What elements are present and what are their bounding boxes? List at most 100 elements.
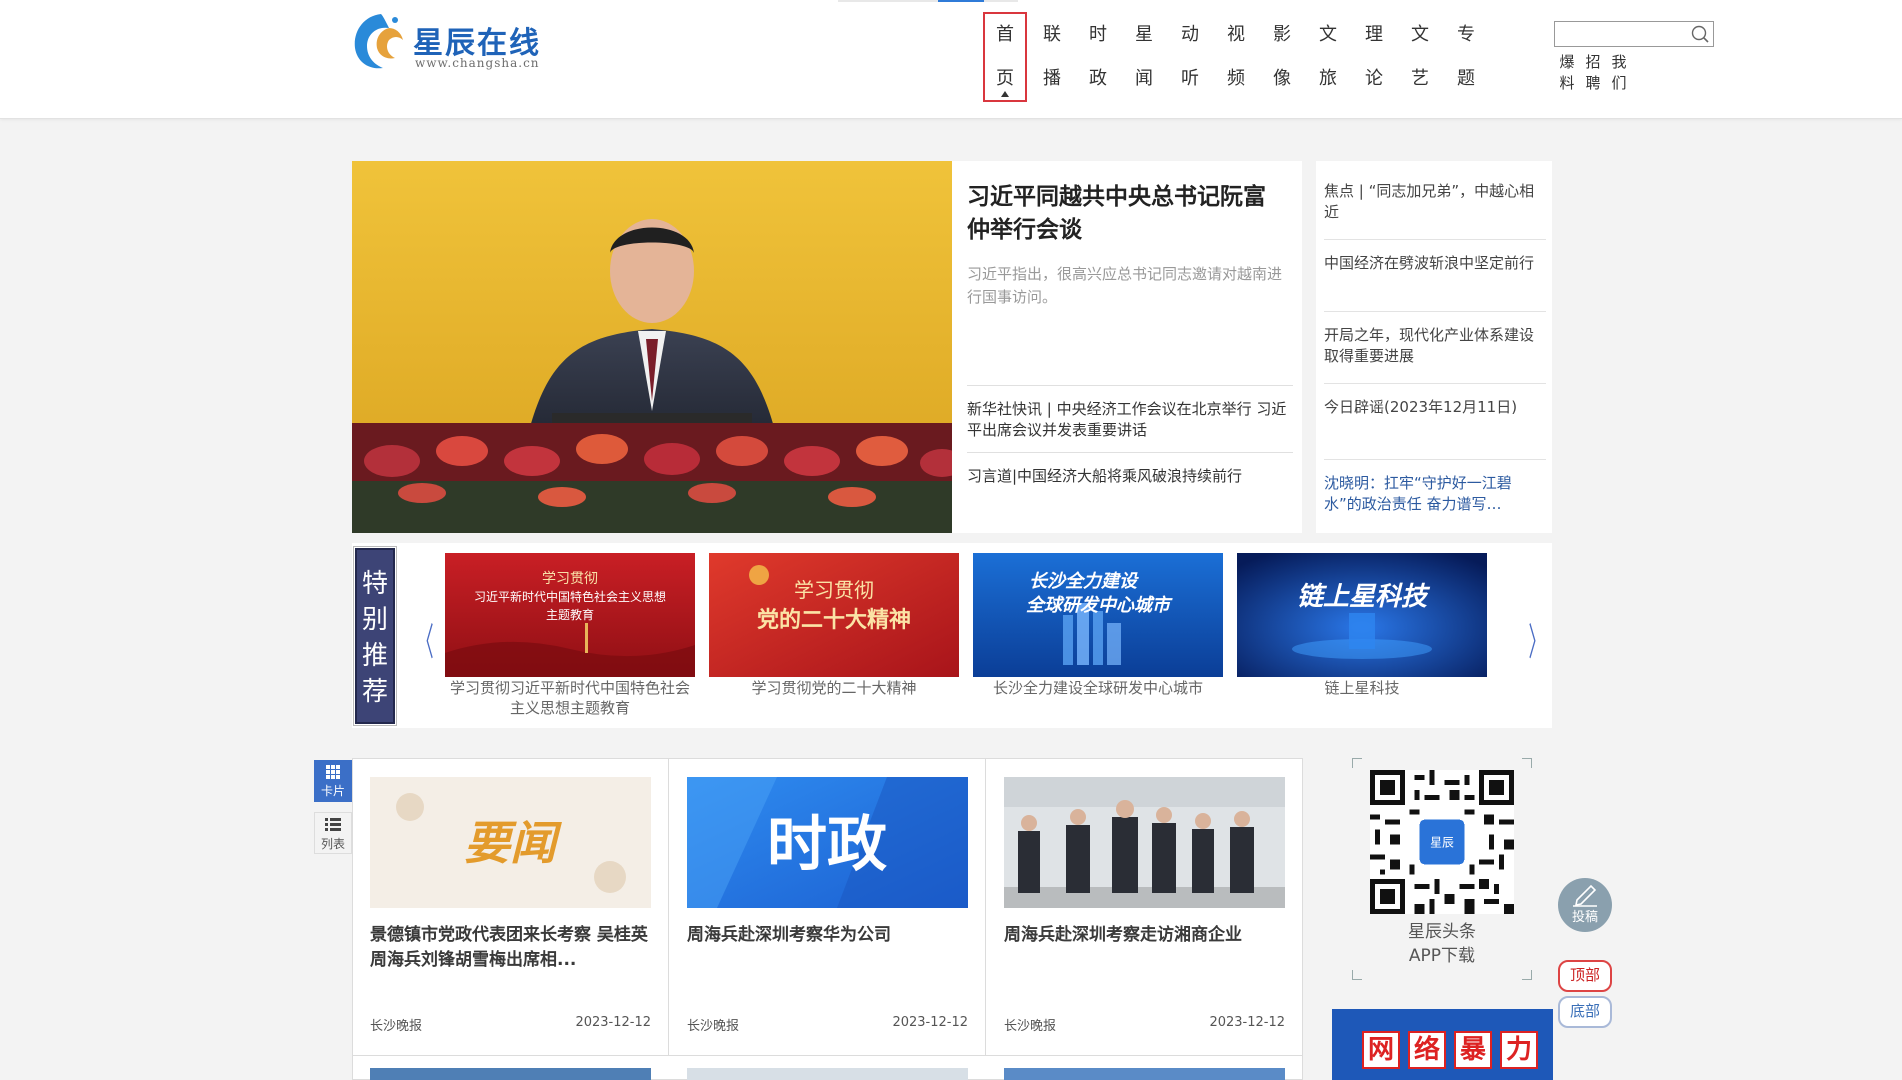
grid-icon: [314, 760, 352, 782]
special-thumb-line2: 党的二十大精神: [757, 607, 911, 633]
nav-item-images[interactable]: 影 像: [1259, 12, 1305, 102]
view-switch: 卡片 列表: [314, 760, 352, 854]
side-news-5[interactable]: 沈晓明：扛牢“守护好一江碧水”的政治责任 奋力谱写…: [1324, 473, 1544, 515]
special-caption: 长沙全力建设全球研发中心城市: [992, 679, 1203, 697]
nav-item-theory[interactable]: 理 论: [1351, 12, 1397, 102]
hero-description: 习近平指出，很高兴应总书记同志邀请对越南进行国事访问。: [967, 265, 1283, 306]
side-news-1[interactable]: 焦点 | “同志加兄弟”，中越心相近: [1324, 181, 1544, 223]
go-to-bottom-button[interactable]: 底部: [1558, 996, 1612, 1028]
app-download-label: 星辰头条 APP下载: [1408, 922, 1476, 966]
pen-icon: [1573, 884, 1597, 907]
card-thumb-preview: [687, 1068, 968, 1080]
nav-item-home[interactable]: 首 页: [983, 12, 1027, 102]
divider: [967, 385, 1293, 386]
quick-link-tip-off[interactable]: 爆 料: [1556, 52, 1578, 94]
app-download[interactable]: 星辰 星辰头条 APP下载: [1352, 758, 1532, 980]
carousel-next-button[interactable]: 〉: [1528, 611, 1545, 666]
special-thumb: 学习贯彻 习近平新时代中国特色社会主义思想 主题教育: [445, 553, 695, 677]
qr-corner: [1352, 758, 1362, 768]
special-thumb-line2: 全球研发中心城市: [1026, 595, 1173, 616]
special-thumb: 长沙全力建设 全球研发中心城市: [973, 553, 1223, 677]
card-source: 长沙晚报: [1004, 1019, 1057, 1034]
hero-main-news: 习近平同越共中央总书记阮富仲举行会谈 习近平指出，很高兴应总书记同志邀请对越南进…: [952, 161, 1302, 533]
special-thumb: 学习贯彻 党的二十大精神: [709, 553, 959, 677]
special-item-rd-center[interactable]: 长沙全力建设 全球研发中心城市 长沙全力建设全球研发中心城市: [973, 553, 1223, 698]
back-to-top-button[interactable]: 顶部: [1558, 960, 1612, 992]
side-news-4[interactable]: 今日辟谣(2023年12月11日): [1324, 397, 1544, 418]
special-caption: 学习贯彻习近平新时代中国特色社会主义思想主题教育: [449, 679, 690, 717]
special-thumb-line1: 链上星科技: [1297, 582, 1431, 612]
special-thumb: 链上星科技: [1237, 553, 1487, 677]
svg-text:星辰: 星辰: [1430, 835, 1454, 849]
flower-arrangement: [352, 423, 952, 533]
nav-item-arts[interactable]: 文 艺: [1397, 12, 1443, 102]
special-thumb-line1: 学习贯彻: [794, 578, 874, 602]
nav-item-star-news[interactable]: 星 闻: [1121, 12, 1167, 102]
next-row-preview: [353, 1055, 1302, 1080]
news-card[interactable]: 时政 周海兵赴深圳考察华为公司 长沙晚报 2023-12-12: [670, 759, 986, 1055]
nav-item-topics[interactable]: 专 题: [1443, 12, 1489, 102]
carousel-prev-button[interactable]: 〈: [416, 611, 433, 666]
card-thumb: [1004, 777, 1285, 908]
card-date: 2023-12-12: [892, 1015, 968, 1030]
quick-link-about-us[interactable]: 我 们: [1608, 52, 1630, 94]
special-caption: 学习贯彻党的二十大精神: [751, 679, 917, 697]
submit-article-button[interactable]: 投稿: [1558, 878, 1612, 932]
site-logo[interactable]: 星辰在线 www.changsha.cn: [351, 8, 571, 74]
divider: [967, 452, 1293, 453]
card-source: 长沙晚报: [370, 1019, 423, 1034]
special-caption: 链上星科技: [1324, 679, 1400, 697]
hero-section: 习近平同越共中央总书记阮富仲举行会谈 习近平指出，很高兴应总书记同志邀请对越南进…: [352, 161, 1552, 533]
hero-link-1[interactable]: 新华社快讯 | 中央经济工作会议在北京举行 习近平出席会议并发表重要讲话: [967, 399, 1293, 441]
logo-url: www.changsha.cn: [415, 56, 540, 70]
qr-corner: [1522, 758, 1532, 768]
special-thumb-line1: 长沙全力建设: [1029, 571, 1139, 592]
card-date: 2023-12-12: [575, 1015, 651, 1030]
side-news-3[interactable]: 开局之年，现代化产业体系建设取得重要进展: [1324, 325, 1544, 367]
special-thumb-line2: 习近平新时代中国特色社会主义思想: [474, 589, 666, 604]
card-view-button[interactable]: 卡片: [314, 760, 352, 802]
main-nav: 首 页 联 播 时 政 星 闻 动 听 视 频 影 像 文 旅 理 论 文 艺 …: [983, 12, 1489, 102]
divider: [1324, 459, 1546, 460]
quick-link-recruit[interactable]: 招 聘: [1582, 52, 1604, 94]
card-title: 周海兵赴深圳考察华为公司: [687, 925, 891, 945]
nav-item-audio[interactable]: 动 听: [1167, 12, 1213, 102]
special-thumb-line1: 学习贯彻: [542, 571, 598, 587]
divider: [1324, 311, 1546, 312]
search-input[interactable]: [1559, 24, 1689, 44]
hero-image[interactable]: [352, 161, 952, 533]
divider: [1324, 383, 1546, 384]
divider: [1324, 239, 1546, 240]
special-item-theme-education[interactable]: 学习贯彻 习近平新时代中国特色社会主义思想 主题教育 学习贯彻习近平新时代中国特…: [445, 553, 695, 718]
site-header: 星辰在线 www.changsha.cn 首 页 联 播 时 政 星 闻 动 听…: [0, 0, 1902, 119]
card-thumb: 要闻: [370, 777, 651, 908]
news-card[interactable]: 周海兵赴深圳考察走访湘商企业 长沙晚报 2023-12-12: [987, 759, 1303, 1055]
card-date: 2023-12-12: [1209, 1015, 1285, 1030]
hero-link-2[interactable]: 习言道|中国经济大船将乘风破浪持续前行: [967, 466, 1293, 487]
special-item-chain-tech[interactable]: 链上星科技 链上星科技: [1237, 553, 1487, 698]
nav-item-politics[interactable]: 时 政: [1075, 12, 1121, 102]
nav-item-broadcast[interactable]: 联 播: [1029, 12, 1075, 102]
nav-item-video[interactable]: 视 频: [1213, 12, 1259, 102]
hero-headline[interactable]: 习近平同越共中央总书记阮富仲举行会谈: [967, 181, 1287, 247]
card-thumb-text: 要闻: [464, 816, 562, 870]
nav-item-culture-travel[interactable]: 文 旅: [1305, 12, 1351, 102]
card-thumb-preview: [1004, 1068, 1285, 1080]
hero-side-list: 焦点 | “同志加兄弟”，中越心相近 中国经济在劈波斩浪中坚定前行 开局之年，现…: [1316, 161, 1552, 533]
qr-corner: [1352, 970, 1362, 980]
card-thumb-text: 时政: [767, 810, 887, 880]
special-item-20th-congress[interactable]: 学习贯彻 党的二十大精神 学习贯彻党的二十大精神: [709, 553, 959, 698]
cyber-violence-banner[interactable]: 网 络 暴 力: [1332, 1009, 1553, 1080]
card-title: 景德镇市党政代表团来长考察 吴桂英周海兵刘锋胡雪梅出席相...: [370, 925, 648, 970]
logo-mark-icon: [354, 14, 403, 69]
list-view-button[interactable]: 列表: [314, 812, 352, 854]
quick-links: 爆 料 招 聘 我 们: [1556, 52, 1630, 94]
search-icon[interactable]: [1689, 24, 1711, 44]
search-box: [1554, 21, 1714, 47]
hero-photo: [352, 161, 952, 533]
side-news-2[interactable]: 中国经济在劈波斩浪中坚定前行: [1324, 253, 1544, 274]
news-cards: 要闻 景德镇市党政代表团来长考察 吴桂英周海兵刘锋胡雪梅出席相... 长沙晚报 …: [352, 758, 1303, 1080]
news-card[interactable]: 要闻 景德镇市党政代表团来长考察 吴桂英周海兵刘锋胡雪梅出席相... 长沙晚报 …: [353, 759, 669, 1055]
special-recommend: 特 别 推 荐 〈 学习贯彻 习近平新时代中国特色社会主义思想 主题教育 学习贯…: [352, 543, 1552, 728]
special-thumb-line3: 主题教育: [546, 607, 594, 622]
